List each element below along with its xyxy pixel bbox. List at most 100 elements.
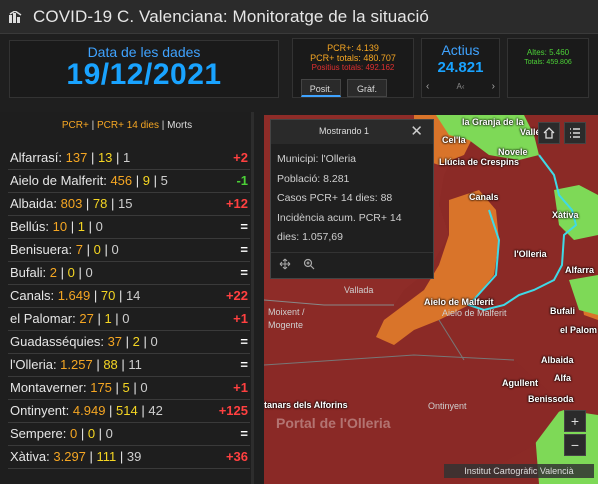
pcr14-value: 70 [100,288,116,303]
list-item[interactable]: Ontinyent: 4.949 | 514 | 42 +125 [8,400,250,423]
popup-incidencia-value: dies: 1.057,69 [277,231,343,243]
list-item[interactable]: l'Olleria: 1.257 | 88 | 11 = [8,354,250,377]
list-item-values: Bufali: 2 | 0 | 0 [10,265,93,280]
map-label: Alfa [554,373,572,383]
map-label: Agullent [502,378,538,388]
cases-value: 7 [75,242,84,257]
map-label: Albaida [541,355,574,365]
date-panel: Data de les dades 19/12/2021 [9,40,279,98]
list-item[interactable]: Sempere: 0 | 0 | 0 = [8,423,250,446]
map-label: l'Olleria [514,249,547,259]
municipality-name: Ontinyent [10,403,66,418]
move-icon[interactable] [279,258,291,273]
watermark-text: Portal de l'Olleria [276,415,391,431]
trend-value: +12 [225,196,248,211]
municipality-name: Guadasséquies [10,334,101,349]
list-item[interactable]: Alfarrasí: 137 | 13 | 1 +2 [8,147,250,170]
info-popup: Mostrando 1 ✕ Municipi: l'Olleria Poblac… [270,119,434,279]
list-item[interactable]: el Palomar: 27 | 1 | 0 +1 [8,308,250,331]
pcr14-value: 1 [104,311,112,326]
prev-arrow-icon[interactable]: ‹ [426,81,429,92]
list-item-values: Xàtiva: 3.297 | 111 | 39 [10,449,142,464]
deaths-value: 0 [140,380,148,395]
map-label: Canals [469,192,499,202]
close-icon[interactable]: ✕ [410,122,423,140]
trend-value: +22 [225,288,248,303]
municipality-name: Bellús [10,219,46,234]
zoom-out-button[interactable]: − [564,434,586,456]
trend-value: = [240,357,248,372]
deaths-value: 0 [85,265,93,280]
pcr14-value: 514 [116,403,138,418]
pcr14-value: 0 [67,265,75,280]
municipality-list: PCR+ | PCR+ 14 dies | Morts Alfarrasí: 1… [0,112,254,484]
municipality-name: Xàtiva [10,449,47,464]
pcr-panel: PCR+: 4.139 PCR+ totals: 480.707 Positiu… [292,38,414,98]
list-item[interactable]: Montaverner: 175 | 5 | 0 +1 [8,377,250,400]
deaths-value: 0 [95,219,103,234]
tab-grafic[interactable]: Gràf. [347,79,387,97]
list-item-values: Bellús: 10 | 1 | 0 [10,219,103,234]
popup-body: Municipi: l'Olleria Població: 8.281 Caso… [277,150,402,248]
list-item[interactable]: Xàtiva: 3.297 | 111 | 39 +36 [8,446,250,469]
list-item[interactable]: Guadasséquies: 37 | 2 | 0 = [8,331,250,354]
map-label: Bufali [550,306,576,316]
municipality-name: el Palomar [10,311,73,326]
deaths-value: 0 [111,242,119,257]
map-label: el Palom [560,325,598,335]
pcr14-value: 9 [142,173,150,188]
actius-value: 24.821 [437,59,484,76]
map-label: Mogente [268,320,304,330]
altes-panel: Altes: 5.460 Totals: 459.806 [507,38,589,98]
map-label: Cel'la [442,135,466,145]
list-item[interactable]: Canals: 1.649 | 70 | 14 +22 [8,285,250,308]
deaths-value: 0 [122,311,130,326]
tab-positius[interactable]: Posit. [301,79,341,97]
cases-value: 1.649 [57,288,91,303]
popup-municipi: Municipi: l'Olleria [277,153,357,165]
map-label: Xàtiva [552,210,579,220]
next-arrow-icon[interactable]: › [492,81,495,92]
cases-value: 3.297 [53,449,86,464]
zoom-to-icon[interactable] [303,258,315,273]
municipality-name: Albaida [10,196,54,211]
pcr-count: PCR+: 4.139 [327,43,379,53]
date-value: 19/12/2021 [66,58,222,91]
map-label: Aielo de Malferit [442,308,507,318]
home-icon[interactable] [538,122,560,144]
list-item[interactable]: Albaida: 803 | 78 | 15 +12 [8,193,250,216]
deaths-value: 14 [125,288,141,303]
trend-value: +125 [218,403,248,418]
list-item[interactable]: Bufali: 2 | 0 | 0 = [8,262,250,285]
list-item[interactable]: Aielo de Malferit: 456 | 9 | 5 -1 [8,170,250,193]
altes-count: Altes: 5.460 [526,48,570,57]
actius-nav: ‹ A‹ › [426,79,495,93]
pcr14-value: 111 [96,449,117,464]
list-item-values: Benisuera: 7 | 0 | 0 [10,242,119,257]
trend-value: = [240,265,248,280]
pcr14-value: 1 [77,219,85,234]
list-item[interactable]: Bellús: 10 | 1 | 0 = [8,216,250,239]
cases-value: 10 [52,219,68,234]
list-item-values: Guadasséquies: 37 | 2 | 0 [10,334,158,349]
popup-casos: Casos PCR+ 14 dies: 88 [277,192,393,204]
deaths-value: 0 [150,334,158,349]
list-item[interactable]: Benisuera: 7 | 0 | 0 = [8,239,250,262]
trend-value: = [240,426,248,441]
zoom-in-button[interactable]: + [564,410,586,432]
popup-title: Mostrando 1 [319,126,370,136]
map-label: Benissoda [528,394,574,404]
list-header-pcr: PCR+ [61,120,89,131]
list-item-values: Canals: 1.649 | 70 | 14 [10,288,141,303]
municipality-name: Alfarrasí [10,150,59,165]
cases-value: 137 [65,150,88,165]
pcr14-value: 78 [92,196,108,211]
actius-panel: Actius 24.821 ‹ A‹ › [421,38,500,98]
municipality-name: Montaverner [10,380,83,395]
actius-label: Actius [441,42,480,58]
actius-nav-mid[interactable]: A‹ [457,82,465,91]
list-scrollbar[interactable] [251,112,254,484]
list-icon[interactable] [564,122,586,144]
pcr14-value: 0 [87,426,96,441]
trend-value: +1 [233,380,248,395]
